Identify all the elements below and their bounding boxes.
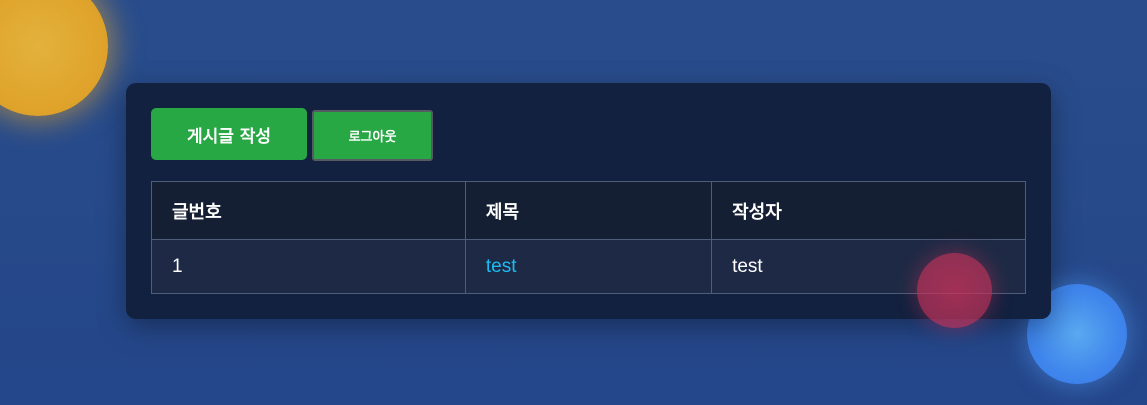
- board-card: 게시글 작성 로그아웃 글번호 제목 작성자 1 test test: [126, 83, 1051, 319]
- post-title-cell: test: [464, 239, 713, 294]
- post-number: 1: [151, 239, 466, 294]
- table-header-row: 글번호 제목 작성자: [151, 181, 1026, 240]
- post-table: 글번호 제목 작성자 1 test test: [151, 181, 1026, 294]
- logout-button[interactable]: 로그아웃: [312, 110, 433, 161]
- decorative-gold-orb: [0, 0, 108, 116]
- header-number: 글번호: [151, 181, 466, 240]
- header-author: 작성자: [711, 181, 1026, 240]
- decorative-red-orb: [917, 253, 992, 328]
- table-row: 1 test test: [151, 239, 1026, 294]
- header-title: 제목: [464, 181, 713, 240]
- post-title-link[interactable]: test: [486, 256, 517, 277]
- write-post-button[interactable]: 게시글 작성: [151, 108, 307, 160]
